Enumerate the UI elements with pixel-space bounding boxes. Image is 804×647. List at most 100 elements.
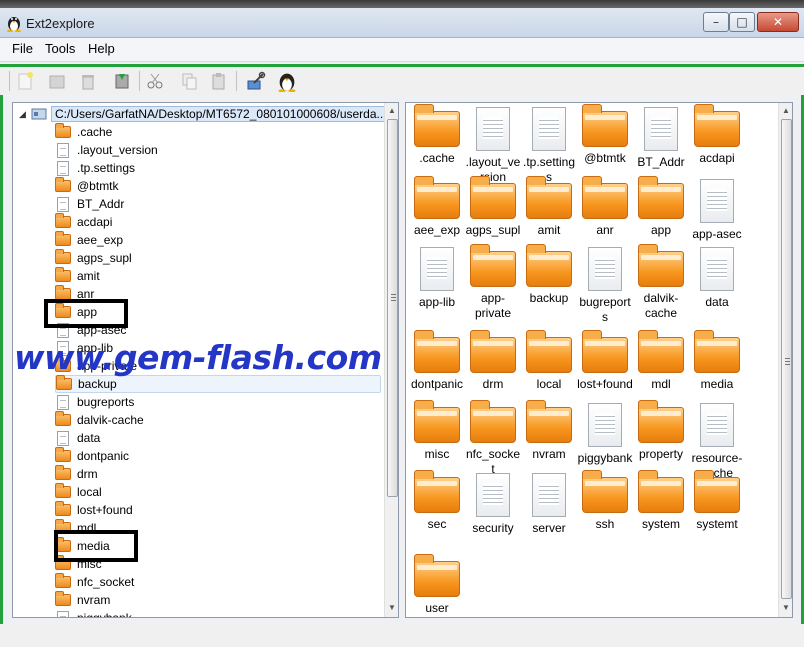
file-item[interactable]: piggybank bbox=[577, 403, 633, 466]
linux-penguin-icon bbox=[7, 17, 21, 32]
folder-icon bbox=[414, 104, 460, 147]
scroll-up-arrow[interactable]: ▲ bbox=[779, 104, 792, 118]
tree-item[interactable]: @btmtk bbox=[55, 177, 381, 195]
tree-item-label: dontpanic bbox=[77, 449, 130, 463]
tree-item-label: .tp.settings bbox=[77, 161, 136, 175]
tree-item[interactable]: acdapi bbox=[55, 213, 381, 231]
copy-icon[interactable] bbox=[178, 70, 200, 92]
file-item[interactable]: system bbox=[633, 470, 689, 532]
save-icon[interactable] bbox=[111, 70, 133, 92]
file-item[interactable]: .tp.settings bbox=[521, 107, 577, 185]
new-file-icon[interactable] bbox=[14, 70, 36, 92]
file-item[interactable]: nfc_socket bbox=[465, 400, 521, 477]
scroll-thumb[interactable] bbox=[781, 119, 792, 599]
file-item[interactable]: security bbox=[465, 473, 521, 536]
file-item[interactable]: mdl bbox=[633, 330, 689, 392]
tree-item[interactable]: .cache bbox=[55, 123, 381, 141]
file-item[interactable]: dalvik-cache bbox=[633, 244, 689, 321]
file-item[interactable]: server bbox=[521, 473, 577, 536]
maximize-button[interactable]: □ bbox=[729, 12, 755, 32]
tree-root[interactable]: ◢ C:/Users/GarfatNA/Desktop/MT6572_08010… bbox=[19, 105, 391, 123]
file-item[interactable]: ssh bbox=[577, 470, 633, 532]
file-item-label: server bbox=[532, 521, 566, 535]
tree-item[interactable]: data bbox=[55, 429, 381, 447]
tree-item-label: drm bbox=[77, 467, 98, 481]
paste-icon[interactable] bbox=[208, 70, 230, 92]
delete-icon[interactable] bbox=[77, 70, 99, 92]
tree-item[interactable]: nfc_socket bbox=[55, 573, 381, 591]
files-scrollbar[interactable]: ▲ ▼ bbox=[778, 103, 792, 617]
tree-item[interactable]: lost+found bbox=[55, 501, 381, 519]
file-item[interactable]: anr bbox=[577, 176, 633, 238]
collapse-arrow-icon[interactable]: ◢ bbox=[19, 109, 31, 120]
file-icon bbox=[588, 403, 622, 447]
scroll-down-arrow[interactable]: ▼ bbox=[385, 601, 398, 615]
file-item[interactable]: media bbox=[689, 330, 745, 392]
file-item[interactable]: data bbox=[689, 247, 745, 310]
file-icon-view[interactable]: .cache .layout_version .tp.settings @btmtk B… bbox=[405, 102, 793, 618]
file-item[interactable]: app-asec bbox=[689, 179, 745, 242]
file-item[interactable]: misc bbox=[409, 400, 465, 462]
file-item[interactable]: systemt bbox=[689, 470, 745, 532]
file-item[interactable]: lost+found bbox=[577, 330, 633, 392]
open-icon[interactable] bbox=[46, 70, 68, 92]
tree-item[interactable]: agps_supl bbox=[55, 249, 381, 267]
file-item[interactable]: app-lib bbox=[409, 247, 465, 310]
tree-item[interactable]: BT_Addr bbox=[55, 195, 381, 213]
tree-item[interactable]: .tp.settings bbox=[55, 159, 381, 177]
file-item-label: mdl bbox=[651, 377, 671, 391]
minimize-button[interactable]: – bbox=[703, 12, 729, 32]
tree-item-label: bugreports bbox=[77, 395, 135, 409]
file-item[interactable]: backup bbox=[521, 244, 577, 306]
tree-item[interactable]: dontpanic bbox=[55, 447, 381, 465]
file-item[interactable]: BT_Addr bbox=[633, 107, 689, 170]
folder-icon bbox=[638, 330, 684, 373]
toolbar bbox=[0, 67, 804, 95]
menu-help[interactable]: Help bbox=[87, 41, 116, 56]
scroll-up-arrow[interactable]: ▲ bbox=[385, 104, 398, 118]
tree-item[interactable]: piggybank bbox=[55, 609, 381, 617]
file-item[interactable]: @btmtk bbox=[577, 104, 633, 166]
file-item[interactable]: local bbox=[521, 330, 577, 392]
file-item[interactable]: nvram bbox=[521, 400, 577, 462]
tree-item[interactable]: backup bbox=[55, 375, 381, 393]
close-button[interactable]: ✕ bbox=[757, 12, 799, 32]
tree-item[interactable]: drm bbox=[55, 465, 381, 483]
tree-item[interactable]: bugreports bbox=[55, 393, 381, 411]
folder-icon bbox=[582, 470, 628, 513]
file-item[interactable]: bugreports bbox=[577, 247, 633, 325]
file-item[interactable]: acdapi bbox=[689, 104, 745, 166]
file-item[interactable]: drm bbox=[465, 330, 521, 392]
tree-item[interactable]: amit bbox=[55, 267, 381, 285]
tools-icon[interactable] bbox=[245, 70, 267, 92]
tree-scrollbar[interactable]: ▲ ▼ bbox=[384, 103, 398, 617]
file-item[interactable]: property bbox=[633, 400, 689, 462]
tree-item-label: backup bbox=[78, 377, 117, 391]
file-item[interactable]: amit bbox=[521, 176, 577, 238]
tree-item[interactable]: aee_exp bbox=[55, 231, 381, 249]
file-item[interactable]: .cache bbox=[409, 104, 465, 166]
tree-item[interactable]: dalvik-cache bbox=[55, 411, 381, 429]
tree-item[interactable]: .layout_version bbox=[55, 141, 381, 159]
file-item[interactable]: agps_supl bbox=[465, 176, 521, 238]
file-item[interactable]: app bbox=[633, 176, 689, 238]
file-item[interactable]: aee_exp bbox=[409, 176, 465, 238]
file-item[interactable]: app-private bbox=[465, 244, 521, 321]
file-item[interactable]: user bbox=[409, 554, 465, 616]
menu-tools[interactable]: Tools bbox=[44, 41, 76, 56]
tree-item[interactable]: local bbox=[55, 483, 381, 501]
linux-penguin-icon[interactable] bbox=[276, 70, 298, 92]
file-item[interactable]: sec bbox=[409, 470, 465, 532]
folder-icon bbox=[414, 470, 460, 513]
cut-icon[interactable] bbox=[144, 70, 166, 92]
scroll-thumb[interactable] bbox=[387, 119, 398, 497]
file-item-label: .cache bbox=[419, 151, 455, 165]
file-item[interactable]: dontpanic bbox=[409, 330, 465, 392]
file-item-label: app bbox=[650, 223, 672, 237]
scroll-down-arrow[interactable]: ▼ bbox=[779, 601, 792, 615]
folder-icon bbox=[526, 330, 572, 373]
file-item[interactable]: .layout_version bbox=[465, 107, 521, 185]
menu-file[interactable]: File bbox=[11, 41, 34, 56]
tree-item[interactable]: nvram bbox=[55, 591, 381, 609]
file-icon bbox=[57, 610, 69, 617]
